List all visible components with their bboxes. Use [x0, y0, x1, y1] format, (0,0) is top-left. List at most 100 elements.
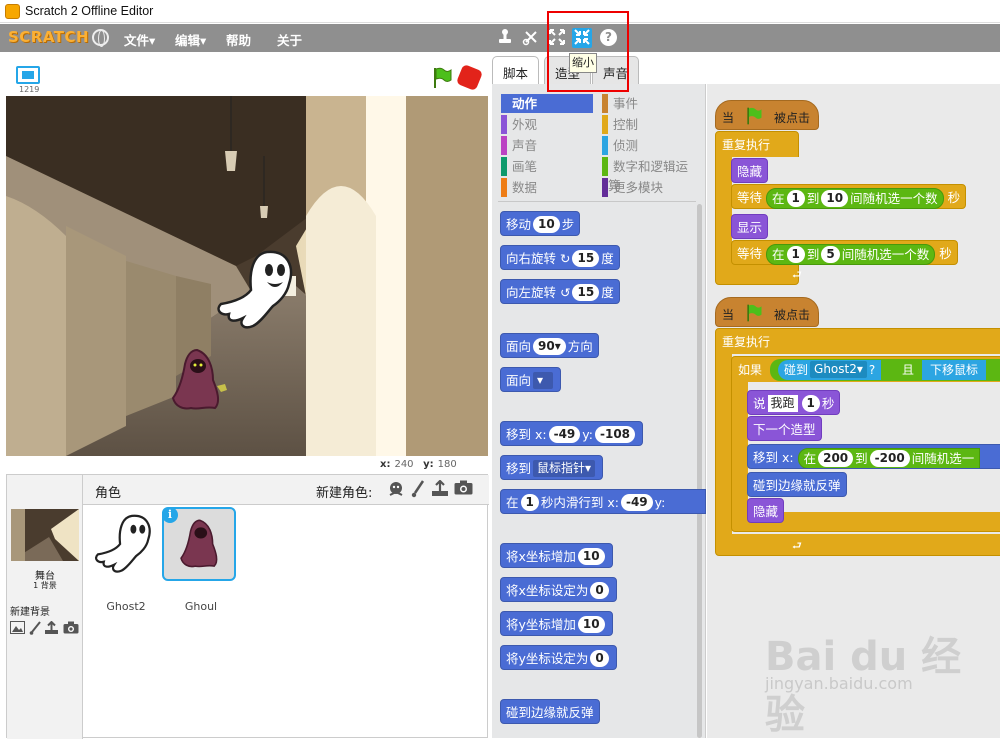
palette-divider: [498, 201, 696, 202]
category-color-swatch: [501, 136, 507, 155]
category-l1[interactable]: 外观: [501, 115, 593, 134]
mouse-coordinates: x: 240 y: 180: [380, 459, 457, 470]
block-bounce[interactable]: 碰到边缘就反弹: [500, 699, 600, 724]
category-label: 声音: [512, 138, 538, 153]
stop-sign-icon[interactable]: [455, 63, 484, 92]
category-r3[interactable]: 数字和逻辑运算: [602, 157, 694, 193]
scripts-area[interactable]: 当 被点击 重复执行 ⮐ 隐藏 等待 在 1 到 10 间随机选一个数 秒 显示 等待 …: [707, 84, 1000, 738]
menu-about[interactable]: 关于: [277, 30, 302, 49]
category-r2[interactable]: 侦测: [602, 136, 694, 155]
backdrop-count: 1 背景: [33, 581, 57, 590]
block-point-direction[interactable]: 面向 90▾ 方向: [500, 333, 599, 358]
script1-hide[interactable]: 隐藏: [731, 158, 769, 183]
menu-help[interactable]: 帮助: [226, 30, 251, 49]
x-label: x:: [380, 459, 391, 470]
block-glide[interactable]: 在 1 秒内滑行到 x: -49 y:: [500, 489, 706, 514]
block-set-y[interactable]: 将y坐标设定为 0: [500, 645, 617, 670]
camera-icon[interactable]: [63, 621, 79, 638]
category-color-swatch: [602, 178, 608, 197]
x-value: 240: [394, 459, 414, 470]
blocks-palette: 动作外观声音画笔数据 事件控制侦测数字和逻辑运算 更多模块 移动 10 步 向右旋转 ↻…: [492, 84, 706, 738]
duplicate-stamp-icon[interactable]: [495, 28, 515, 48]
block-goto[interactable]: 移到 鼠标指针▾: [500, 455, 604, 480]
category-color-swatch: [501, 94, 507, 113]
category-r1[interactable]: 控制: [602, 115, 694, 134]
loop-arrow-icon: ⮐: [792, 268, 802, 281]
script2-hide[interactable]: 隐藏: [747, 498, 785, 523]
category-l4[interactable]: 数据: [501, 178, 593, 197]
menu-edit[interactable]: 编辑▾: [175, 30, 206, 49]
block-change-y[interactable]: 将y坐标增加 10: [500, 611, 613, 636]
sprites-header: 角色 新建角色:: [83, 475, 489, 505]
cut-scissors-icon[interactable]: [521, 28, 541, 48]
stage-canvas[interactable]: [6, 96, 488, 456]
sprite-library-icon[interactable]: [386, 480, 406, 500]
category-l3[interactable]: 画笔: [501, 157, 593, 176]
rotate-right-icon: ↻: [560, 251, 571, 266]
block-change-x[interactable]: 将x坐标增加 10: [500, 543, 613, 568]
paint-backdrop-icon[interactable]: [10, 621, 25, 638]
block-goto-xy[interactable]: 移到 x: -49 y: -108: [500, 421, 644, 446]
category-label: 更多模块: [613, 180, 664, 195]
green-flag-icon[interactable]: [430, 66, 454, 90]
block-turn-left[interactable]: 向左旋转 ↺ 15 度: [500, 279, 620, 304]
presentation-mode-icon[interactable]: [16, 66, 40, 84]
ghoul-sprite[interactable]: [159, 346, 235, 414]
script1-show[interactable]: 显示: [731, 214, 769, 239]
y-label: y:: [423, 459, 434, 470]
category-r0[interactable]: 事件: [602, 94, 694, 113]
sprites-title: 角色: [95, 486, 122, 501]
upload-icon[interactable]: [44, 620, 59, 639]
tab-scripts[interactable]: 脚本: [492, 56, 540, 84]
upload-sprite-icon[interactable]: [430, 479, 450, 500]
category-l2[interactable]: 声音: [501, 136, 593, 155]
category-color-swatch: [501, 115, 507, 134]
palette-scrollbar[interactable]: [697, 204, 702, 738]
category-r4[interactable]: 更多模块: [602, 178, 694, 197]
script2-say[interactable]: 说我跑 1 秒: [747, 390, 841, 415]
category-label: 外观: [512, 117, 538, 132]
baidu-watermark-url: jingyan.baidu.com: [765, 674, 913, 693]
green-flag-icon: [747, 107, 762, 125]
category-color-swatch: [602, 115, 608, 134]
window-title: Scratch 2 Offline Editor: [25, 4, 154, 18]
block-turn-right[interactable]: 向右旋转 ↻ 15 度: [500, 245, 620, 270]
category-color-swatch: [501, 157, 507, 176]
sprite-name: Ghost2: [106, 600, 146, 613]
sprite-tile-ghost2[interactable]: Ghost2: [89, 507, 163, 613]
block-set-x[interactable]: 将x坐标设定为 0: [500, 577, 617, 602]
sprite-name: Ghoul: [184, 600, 218, 613]
y-value: 180: [437, 459, 457, 470]
script1-hat-block[interactable]: 当 被点击: [715, 100, 819, 130]
new-backdrop-label: 新建背景: [10, 607, 50, 618]
menu-file[interactable]: 文件▾: [124, 30, 155, 49]
sprites-panel: 舞台 1 背景 新建背景 角色 新建角色: Ghost2 i Ghoul: [6, 474, 489, 739]
sprite-info-icon[interactable]: i: [162, 507, 178, 523]
script2-next-costume[interactable]: 下一个造型: [747, 416, 822, 441]
category-color-swatch: [501, 178, 507, 197]
script1-wait-random[interactable]: 等待 在 1 到 10 间随机选一个数 秒: [731, 184, 967, 209]
rotate-left-icon: ↺: [560, 285, 571, 300]
stage-thumbnail[interactable]: [11, 509, 79, 561]
paint-sprite-brush-icon[interactable]: [408, 480, 428, 500]
script2-bounce[interactable]: 碰到边缘就反弹: [747, 472, 847, 497]
script2-hat-block[interactable]: 当 被点击: [715, 297, 819, 327]
stage-header: 1219: [6, 58, 488, 96]
category-label: 画笔: [512, 159, 538, 174]
category-label: 侦测: [613, 138, 639, 153]
scratch-logo[interactable]: SCRATCH: [8, 28, 89, 46]
sprite-tile-ghoul[interactable]: i Ghoul: [162, 507, 236, 613]
camera-sprite-icon[interactable]: [453, 480, 473, 500]
new-sprite-label: 新建角色:: [316, 486, 373, 501]
block-move-steps[interactable]: 移动 10 步: [500, 211, 581, 236]
language-globe-icon[interactable]: [92, 29, 109, 47]
category-label: 控制: [613, 117, 639, 132]
red-highlight-box: [547, 11, 629, 92]
script2-goto-random[interactable]: 移到 x: 在 200 到 -200 间随机选一: [747, 444, 1000, 469]
script1-wait-random-2[interactable]: 等待 在 1 到 5 间随机选一个数 秒: [731, 240, 958, 265]
category-l0[interactable]: 动作: [501, 94, 593, 113]
ghost2-sprite[interactable]: [209, 246, 309, 334]
brush-icon[interactable]: [29, 621, 41, 639]
block-point-towards[interactable]: 面向 ▾: [500, 367, 562, 392]
scratch-cat-icon: [5, 4, 20, 19]
